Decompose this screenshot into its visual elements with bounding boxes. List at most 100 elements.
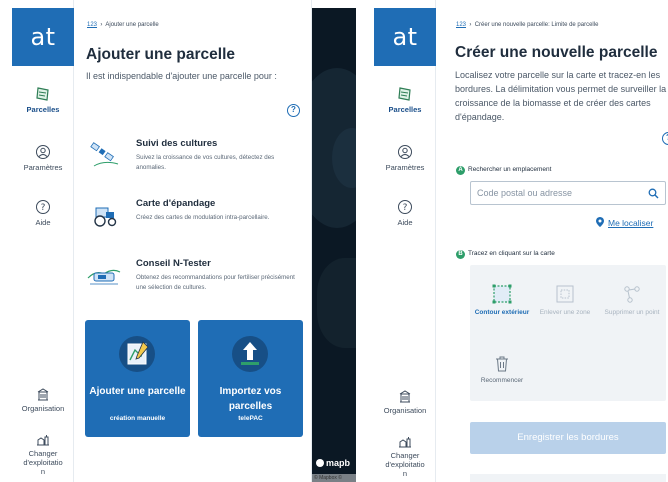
app-logo[interactable]: at <box>374 8 436 66</box>
farm-icon <box>37 435 49 446</box>
field-map-icon <box>36 87 49 101</box>
breadcrumb-current: Créer une nouvelle parcelle: Limite de p… <box>474 22 599 28</box>
tractor-icon <box>94 207 117 227</box>
draw-parcel-icon <box>119 336 155 372</box>
farm-icon <box>399 437 411 448</box>
nav-label-line: d'exploitatio <box>385 460 425 469</box>
breadcrumb-link[interactable]: 123 <box>87 22 97 28</box>
step-a-text: Rechercher un emplacement <box>468 166 552 173</box>
nav-label-line: n <box>40 467 46 476</box>
nav-label-line: Changer <box>28 449 58 458</box>
nav-item-change-farm[interactable]: Changer d'exploitatio n <box>12 434 74 476</box>
feature-crop-monitoring: Suivi des cultures Suivez la croissance … <box>84 138 304 184</box>
add-parcel-panel: 123 › Ajouter une parcelle Ajouter une p… <box>74 0 312 482</box>
feature-title: Carte d'épandage <box>136 198 216 209</box>
create-parcel-panel: 123 › Créer une nouvelle parcelle: Limit… <box>436 0 668 482</box>
tool-label: Supprimer un point <box>604 309 660 316</box>
restart-tool[interactable]: Recommencer <box>474 355 530 385</box>
tool-label: Contour extérieur <box>474 309 530 316</box>
polygon-draw-icon <box>492 284 512 304</box>
add-parcel-manual-button[interactable]: Ajouter une parcelle création manuelle <box>85 320 190 437</box>
user-settings-icon <box>398 145 412 159</box>
nav-item-organisation[interactable]: Organisation <box>374 389 436 415</box>
step-badge: B <box>456 250 465 259</box>
nav-label: Paramètres <box>23 163 63 172</box>
step-badge: A <box>456 166 465 175</box>
breadcrumb-separator: › <box>98 22 105 28</box>
breadcrumb: 123 › Créer une nouvelle parcelle: Limit… <box>456 22 598 28</box>
nav-label: Aide <box>397 218 413 227</box>
intro-text: Il est indispendable d'ajouter une parce… <box>86 71 277 81</box>
nav-label: Paramètres <box>385 163 425 172</box>
nav-label: Aide <box>35 218 51 227</box>
locate-me-link[interactable]: Me localiser <box>596 217 653 228</box>
satellite-icon <box>90 142 119 167</box>
map-attribution[interactable]: © Mapbox © <box>312 474 356 482</box>
mapbox-logo-icon <box>316 459 324 467</box>
app-logo[interactable]: at <box>12 8 74 66</box>
user-settings-icon <box>36 145 50 159</box>
search-icon[interactable] <box>648 188 659 199</box>
nav-item-parametres[interactable]: Paramètres <box>12 144 74 172</box>
tool-label: Enlever une zone <box>539 309 591 316</box>
locate-me-text: Me localiser <box>608 218 654 228</box>
nav-label: Organisation <box>21 404 65 413</box>
nav-label: Parcelles <box>26 105 60 114</box>
screen-create-parcel: at Parcelles Paramètres ? Aide Organisat… <box>374 0 668 482</box>
cta-subtitle: telePAC <box>238 415 263 422</box>
screen-add-parcel: at Parcelles Paramètres ? Aide Organisat… <box>12 0 356 482</box>
step-b-label: B Tracez en cliquant sur la carte <box>456 250 555 259</box>
nav-item-aide[interactable]: ? Aide <box>12 199 74 227</box>
breadcrumb-current: Ajouter une parcelle <box>105 22 159 28</box>
side-navigation: at Parcelles Paramètres ? Aide Organisat… <box>12 0 74 482</box>
remove-zone-tool[interactable]: Enlever une zone <box>532 283 598 317</box>
remove-point-icon <box>624 286 640 303</box>
nav-label-line: n <box>402 469 408 478</box>
breadcrumb-separator: › <box>467 22 474 28</box>
feature-description: Obtenez des recommandations pour fertili… <box>136 274 295 291</box>
help-icon[interactable]: ? <box>662 132 668 145</box>
remove-point-tool[interactable]: Supprimer un point <box>602 283 662 317</box>
n-tester-device-icon <box>87 269 121 285</box>
intro-text: Localisez votre parcelle sur la carte et… <box>455 70 667 122</box>
save-borders-button[interactable]: Enregistrer les bordures <box>470 422 666 454</box>
drawing-tools-panel: Contour extérieur Enlever une zone Suppr… <box>470 265 666 401</box>
breadcrumb-link[interactable]: 123 <box>456 22 466 28</box>
map-terrain <box>317 258 356 348</box>
trash-icon <box>496 356 508 372</box>
nav-label: Organisation <box>383 406 427 415</box>
remove-zone-icon <box>556 285 574 303</box>
tool-label: Recommencer <box>480 377 524 384</box>
help-icon: ? <box>398 200 412 214</box>
side-navigation: at Parcelles Paramètres ? Aide Organisat… <box>374 0 436 482</box>
cta-title: Ajouter une parcelle <box>89 386 186 397</box>
location-pin-icon <box>596 217 604 227</box>
nav-item-parcelles[interactable]: Parcelles <box>12 86 74 114</box>
upload-icon <box>232 336 268 372</box>
page-title: Ajouter une parcelle <box>86 46 236 63</box>
breadcrumb: 123 › Ajouter une parcelle <box>87 22 159 28</box>
search-input[interactable] <box>477 185 637 201</box>
mapbox-logo[interactable]: mapb <box>316 458 350 468</box>
step-a-label: A Rechercher un emplacement <box>456 166 551 175</box>
nav-item-parcelles[interactable]: Parcelles <box>374 86 436 114</box>
mapbox-logo-text: mapb <box>326 458 351 468</box>
map-view[interactable]: mapb © Mapbox © <box>312 8 356 482</box>
nav-item-organisation[interactable]: Organisation <box>12 387 74 413</box>
outer-contour-tool[interactable]: Contour extérieur <box>474 283 530 317</box>
feature-spreading-map: Carte d'épandage Créez des cartes de mod… <box>84 198 304 244</box>
nav-item-change-farm[interactable]: Changer d'exploitatio n <box>374 436 436 478</box>
import-parcels-button[interactable]: Importez vos parcelles telePAC <box>198 320 303 437</box>
help-icon[interactable]: ? <box>287 104 300 117</box>
nav-item-parametres[interactable]: Paramètres <box>374 144 436 172</box>
nav-item-aide[interactable]: ? Aide <box>374 199 436 227</box>
cta-title: Importez vos parcelles <box>219 386 282 412</box>
bottom-bar <box>470 474 666 482</box>
nav-label-line: Changer <box>390 451 420 460</box>
field-map-icon <box>398 87 411 101</box>
location-search-field[interactable] <box>470 181 666 205</box>
cta-subtitle: création manuelle <box>109 415 166 422</box>
help-icon: ? <box>36 200 50 214</box>
building-icon <box>399 390 411 403</box>
feature-description: Créez des cartes de modulation intra-par… <box>136 214 270 221</box>
